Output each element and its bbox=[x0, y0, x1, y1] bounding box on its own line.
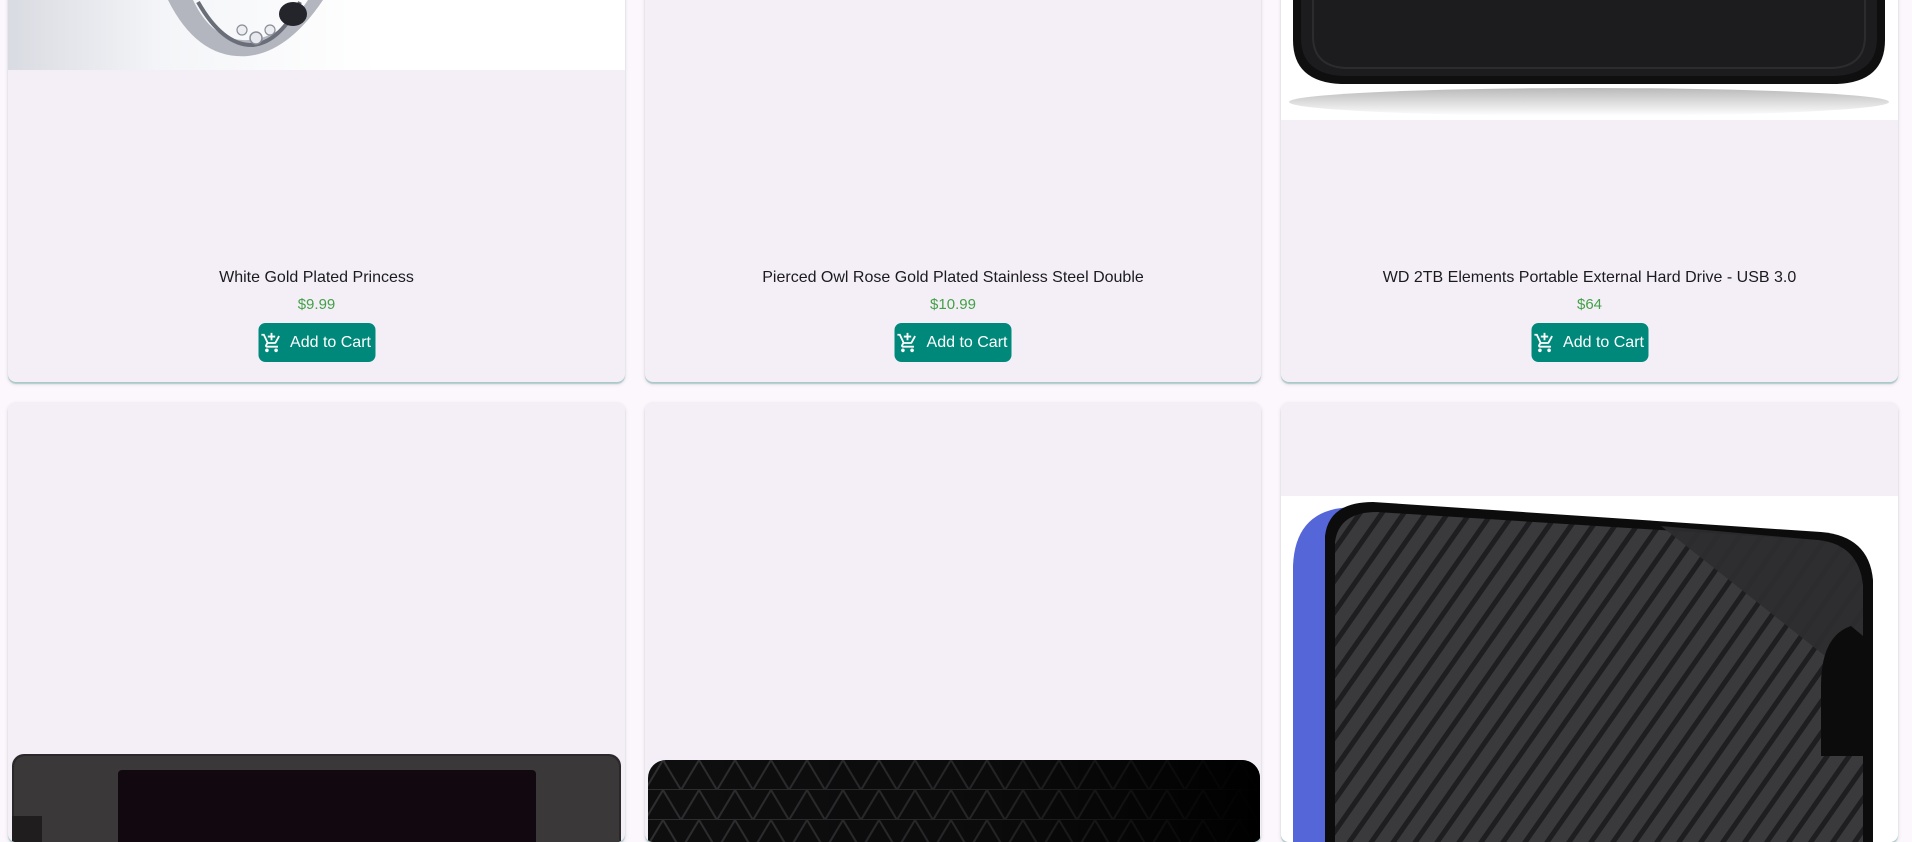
product-image bbox=[645, 760, 1261, 842]
product-price: $64 bbox=[1576, 296, 1603, 313]
add-shopping-cart-icon bbox=[260, 332, 282, 354]
add-shopping-cart-icon bbox=[1533, 332, 1555, 354]
product-title[interactable]: White Gold Plated Princess bbox=[8, 269, 625, 287]
product-card: Pierced Owl Rose Gold Plated Stainless S… bbox=[645, 0, 1261, 382]
product-price: $10.99 bbox=[930, 296, 976, 313]
ssd-image bbox=[12, 754, 621, 842]
add-to-cart-label: Add to Cart bbox=[1563, 333, 1644, 351]
portable-drive-image bbox=[1293, 502, 1873, 842]
product-title[interactable]: Pierced Owl Rose Gold Plated Stainless S… bbox=[645, 269, 1261, 287]
product-card bbox=[645, 402, 1261, 842]
product-image bbox=[1281, 496, 1898, 842]
product-card bbox=[8, 402, 625, 842]
product-title[interactable]: WD 2TB Elements Portable External Hard D… bbox=[1281, 269, 1898, 287]
hard-drive-image bbox=[1289, 0, 1889, 116]
add-to-cart-button[interactable]: Add to Cart bbox=[1531, 323, 1648, 362]
add-to-cart-label: Add to Cart bbox=[290, 333, 371, 351]
add-to-cart-label: Add to Cart bbox=[926, 333, 1008, 351]
add-shopping-cart-icon bbox=[897, 332, 919, 354]
add-to-cart-button[interactable]: Add to Cart bbox=[258, 323, 375, 362]
product-card: WD 2TB Elements Portable External Hard D… bbox=[1281, 0, 1898, 382]
product-grid: White Gold Plated Princess $9.99 Add to … bbox=[0, 0, 1912, 842]
product-image bbox=[8, 754, 625, 842]
product-price: $9.99 bbox=[297, 296, 336, 313]
drive-image bbox=[648, 760, 1260, 842]
ring-image bbox=[8, 0, 625, 70]
product-card: White Gold Plated Princess $9.99 Add to … bbox=[8, 0, 625, 382]
product-image bbox=[8, 0, 625, 70]
add-to-cart-button[interactable]: Add to Cart bbox=[894, 323, 1012, 362]
product-image bbox=[1281, 0, 1898, 120]
product-card bbox=[1281, 402, 1898, 842]
